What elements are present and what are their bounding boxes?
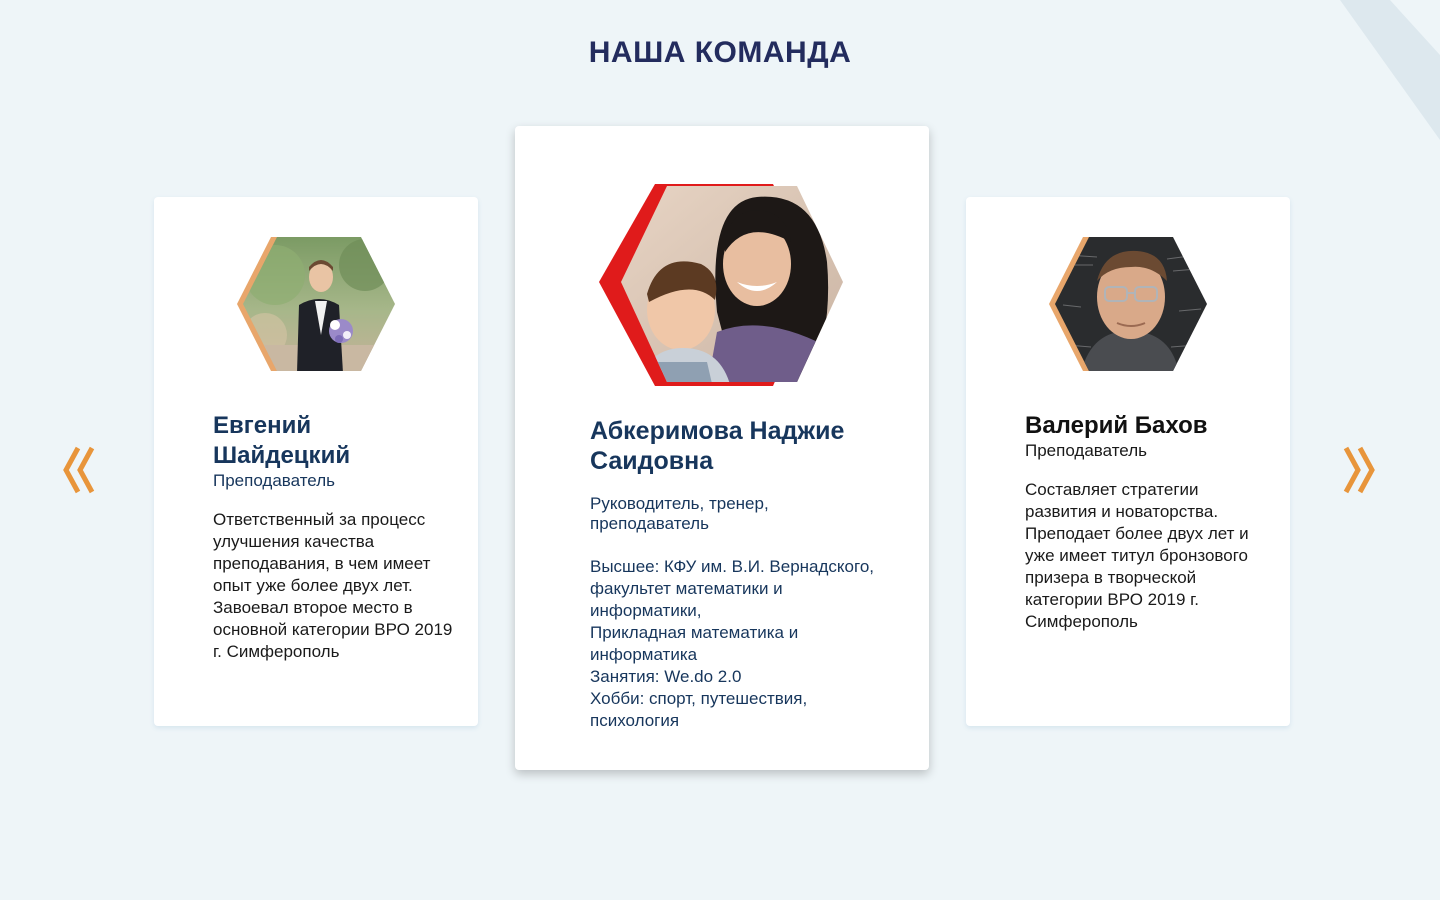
woman-and-boy-photo [599, 184, 843, 386]
detail-line: Прикладная математика и [590, 623, 799, 642]
double-chevron-left-icon[interactable] [60, 442, 96, 498]
person-role: Преподаватель [1025, 441, 1147, 460]
person-name-line: Абкеримова Наджие [590, 417, 845, 445]
person-name-line: Валерий Бахов [1025, 412, 1208, 439]
person-details: Высшее: КФУ им. В.И. Вернадского, факуль… [590, 556, 910, 732]
man-with-glasses-photo [1049, 237, 1207, 371]
person-role-line: преподаватель [590, 514, 709, 533]
detail-line: информатики, [590, 601, 702, 620]
detail-line: психология [590, 711, 680, 730]
team-card-1[interactable]: Евгений Шайдецкий Преподаватель Ответств… [154, 197, 478, 726]
double-chevron-right-icon[interactable] [1342, 442, 1378, 498]
team-card-3[interactable]: Валерий Бахов Преподаватель Составляет с… [966, 197, 1290, 726]
detail-line: информатика [590, 645, 698, 664]
detail-line: Высшее: КФУ им. В.И. Вернадского, [590, 557, 875, 576]
person-name-line: Евгений [213, 412, 312, 439]
person-role: Руководитель, тренер, преподаватель [590, 494, 910, 534]
person-name: Валерий Бахов [1025, 411, 1265, 441]
section-title: НАША КОМАНДА [588, 36, 852, 69]
detail-line: Хобби: спорт, путешествия, [590, 689, 808, 708]
man-in-suit-with-bouquet-photo [237, 237, 395, 371]
person-name: Евгений Шайдецкий [213, 411, 453, 471]
person-name-line: Саидовна [590, 447, 714, 475]
person-role: Преподаватель [213, 471, 335, 490]
person-name: Абкеримова Наджие Саидовна [590, 416, 910, 476]
person-name-line: Шайдецкий [213, 442, 351, 469]
detail-line: факультет математики и [590, 579, 783, 598]
corner-decoration [1340, 0, 1440, 140]
team-card-2-active[interactable]: Абкеримова Наджие Саидовна Руководитель,… [515, 126, 929, 770]
person-bio: Ответственный за процесс улучшения качес… [213, 510, 453, 661]
person-bio: Составляет стратегии развития и новаторс… [1025, 480, 1249, 631]
person-role-line: Руководитель, тренер, [590, 494, 769, 513]
detail-line: Занятия: We.do 2.0 [590, 667, 742, 686]
